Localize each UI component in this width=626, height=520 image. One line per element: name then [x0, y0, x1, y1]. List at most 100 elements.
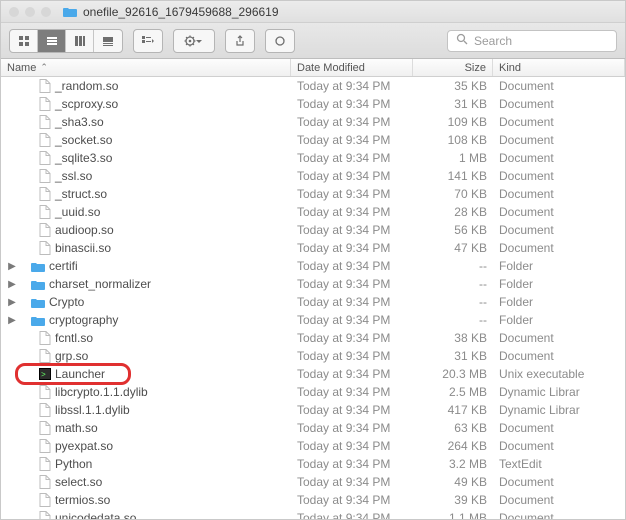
name-cell: termios.so — [1, 493, 291, 507]
date-cell: Today at 9:34 PM — [291, 421, 413, 435]
kind-cell: Dynamic Librar — [493, 403, 617, 417]
search-input[interactable] — [474, 34, 626, 48]
file-name: unicodedata.so — [55, 511, 136, 519]
folder-row[interactable]: ▶certifiToday at 9:34 PM--Folder — [1, 257, 617, 275]
folder-row[interactable]: ▶charset_normalizerToday at 9:34 PM--Fol… — [1, 275, 617, 293]
header-date[interactable]: Date Modified — [291, 59, 413, 76]
date-cell: Today at 9:34 PM — [291, 493, 413, 507]
name-cell: ▶certifi — [1, 259, 291, 273]
file-name: Crypto — [49, 295, 84, 309]
file-row[interactable]: math.soToday at 9:34 PM63 KBDocument — [1, 419, 617, 437]
name-cell: _struct.so — [1, 187, 291, 201]
zoom-window-icon[interactable] — [41, 7, 51, 17]
disclosure-triangle-icon[interactable]: ▶ — [7, 297, 17, 308]
size-cell: 264 KB — [413, 439, 493, 453]
file-row[interactable]: _sha3.soToday at 9:34 PM109 KBDocument — [1, 113, 617, 131]
kind-cell: Document — [493, 115, 617, 129]
file-row[interactable]: _ssl.soToday at 9:34 PM141 KBDocument — [1, 167, 617, 185]
name-cell: grp.so — [1, 349, 291, 363]
size-cell: 39 KB — [413, 493, 493, 507]
size-cell: 35 KB — [413, 79, 493, 93]
file-row[interactable]: >LauncherToday at 9:34 PM20.3 MBUnix exe… — [1, 365, 617, 383]
kind-cell: Document — [493, 241, 617, 255]
folder-icon — [31, 315, 45, 326]
folder-icon — [31, 261, 45, 272]
tags-button[interactable] — [266, 30, 294, 52]
folder-icon — [63, 6, 77, 17]
kind-cell: Document — [493, 151, 617, 165]
file-row[interactable]: _random.soToday at 9:34 PM35 KBDocument — [1, 77, 617, 95]
list-view-button[interactable] — [38, 30, 66, 52]
date-cell: Today at 9:34 PM — [291, 259, 413, 273]
file-row[interactable]: unicodedata.soToday at 9:34 PM1.1 MBDocu… — [1, 509, 617, 519]
kind-cell: Document — [493, 133, 617, 147]
size-cell: 417 KB — [413, 403, 493, 417]
folder-icon — [31, 297, 45, 308]
file-row[interactable]: pyexpat.soToday at 9:34 PM264 KBDocument — [1, 437, 617, 455]
kind-cell: TextEdit — [493, 457, 617, 471]
file-row[interactable]: _uuid.soToday at 9:34 PM28 KBDocument — [1, 203, 617, 221]
folder-title: onefile_92616_1679459688_296619 — [83, 5, 279, 19]
size-cell: 109 KB — [413, 115, 493, 129]
document-icon — [39, 439, 51, 453]
document-icon — [39, 187, 51, 201]
file-row[interactable]: _socket.soToday at 9:34 PM108 KBDocument — [1, 131, 617, 149]
document-icon — [39, 169, 51, 183]
header-size[interactable]: Size — [413, 59, 493, 76]
column-view-button[interactable] — [66, 30, 94, 52]
file-row[interactable]: termios.soToday at 9:34 PM39 KBDocument — [1, 491, 617, 509]
disclosure-triangle-icon[interactable]: ▶ — [7, 279, 17, 290]
kind-cell: Document — [493, 511, 617, 519]
kind-cell: Document — [493, 493, 617, 507]
file-row[interactable]: fcntl.soToday at 9:34 PM38 KBDocument — [1, 329, 617, 347]
file-list[interactable]: _random.soToday at 9:34 PM35 KBDocument_… — [1, 77, 617, 519]
kind-cell: Document — [493, 79, 617, 93]
header-name[interactable]: Name ⌃ — [1, 59, 291, 76]
minimize-window-icon[interactable] — [25, 7, 35, 17]
name-cell: unicodedata.so — [1, 511, 291, 519]
date-cell: Today at 9:34 PM — [291, 97, 413, 111]
coverflow-view-button[interactable] — [94, 30, 122, 52]
document-icon — [39, 475, 51, 489]
action-button[interactable] — [174, 30, 214, 52]
file-row[interactable]: _sqlite3.soToday at 9:34 PM1 MBDocument — [1, 149, 617, 167]
file-row[interactable]: _struct.soToday at 9:34 PM70 KBDocument — [1, 185, 617, 203]
date-cell: Today at 9:34 PM — [291, 187, 413, 201]
file-row[interactable]: select.soToday at 9:34 PM49 KBDocument — [1, 473, 617, 491]
disclosure-triangle-icon[interactable]: ▶ — [7, 315, 17, 326]
file-row[interactable]: audioop.soToday at 9:34 PM56 KBDocument — [1, 221, 617, 239]
share-button[interactable] — [226, 30, 254, 52]
icon-view-button[interactable] — [10, 30, 38, 52]
size-cell: 47 KB — [413, 241, 493, 255]
header-kind[interactable]: Kind — [493, 59, 625, 76]
file-row[interactable]: binascii.soToday at 9:34 PM47 KBDocument — [1, 239, 617, 257]
file-row[interactable]: _scproxy.soToday at 9:34 PM31 KBDocument — [1, 95, 617, 113]
size-cell: 141 KB — [413, 169, 493, 183]
disclosure-triangle-icon[interactable]: ▶ — [7, 261, 17, 272]
date-cell: Today at 9:34 PM — [291, 79, 413, 93]
search-field[interactable] — [447, 30, 617, 52]
close-window-icon[interactable] — [9, 7, 19, 17]
file-name: grp.so — [55, 349, 88, 363]
folder-row[interactable]: ▶CryptoToday at 9:34 PM--Folder — [1, 293, 617, 311]
size-cell: 49 KB — [413, 475, 493, 489]
folder-row[interactable]: ▶cryptographyToday at 9:34 PM--Folder — [1, 311, 617, 329]
size-cell: 20.3 MB — [413, 367, 493, 381]
file-name: binascii.so — [55, 241, 111, 255]
kind-cell: Folder — [493, 295, 617, 309]
kind-cell: Unix executable — [493, 367, 617, 381]
arrange-button[interactable] — [134, 30, 162, 52]
file-row[interactable]: grp.soToday at 9:34 PM31 KBDocument — [1, 347, 617, 365]
name-cell: >Launcher — [1, 367, 291, 381]
kind-cell: Document — [493, 331, 617, 345]
file-row[interactable]: libssl.1.1.dylibToday at 9:34 PM417 KBDy… — [1, 401, 617, 419]
header-kind-label: Kind — [499, 62, 521, 74]
file-row[interactable]: libcrypto.1.1.dylibToday at 9:34 PM2.5 M… — [1, 383, 617, 401]
date-cell: Today at 9:34 PM — [291, 403, 413, 417]
file-list-container: _random.soToday at 9:34 PM35 KBDocument_… — [1, 77, 625, 519]
file-name: _ssl.so — [55, 169, 92, 183]
name-cell: _sqlite3.so — [1, 151, 291, 165]
name-cell: libssl.1.1.dylib — [1, 403, 291, 417]
file-name: libcrypto.1.1.dylib — [55, 385, 148, 399]
file-row[interactable]: PythonToday at 9:34 PM3.2 MBTextEdit — [1, 455, 617, 473]
